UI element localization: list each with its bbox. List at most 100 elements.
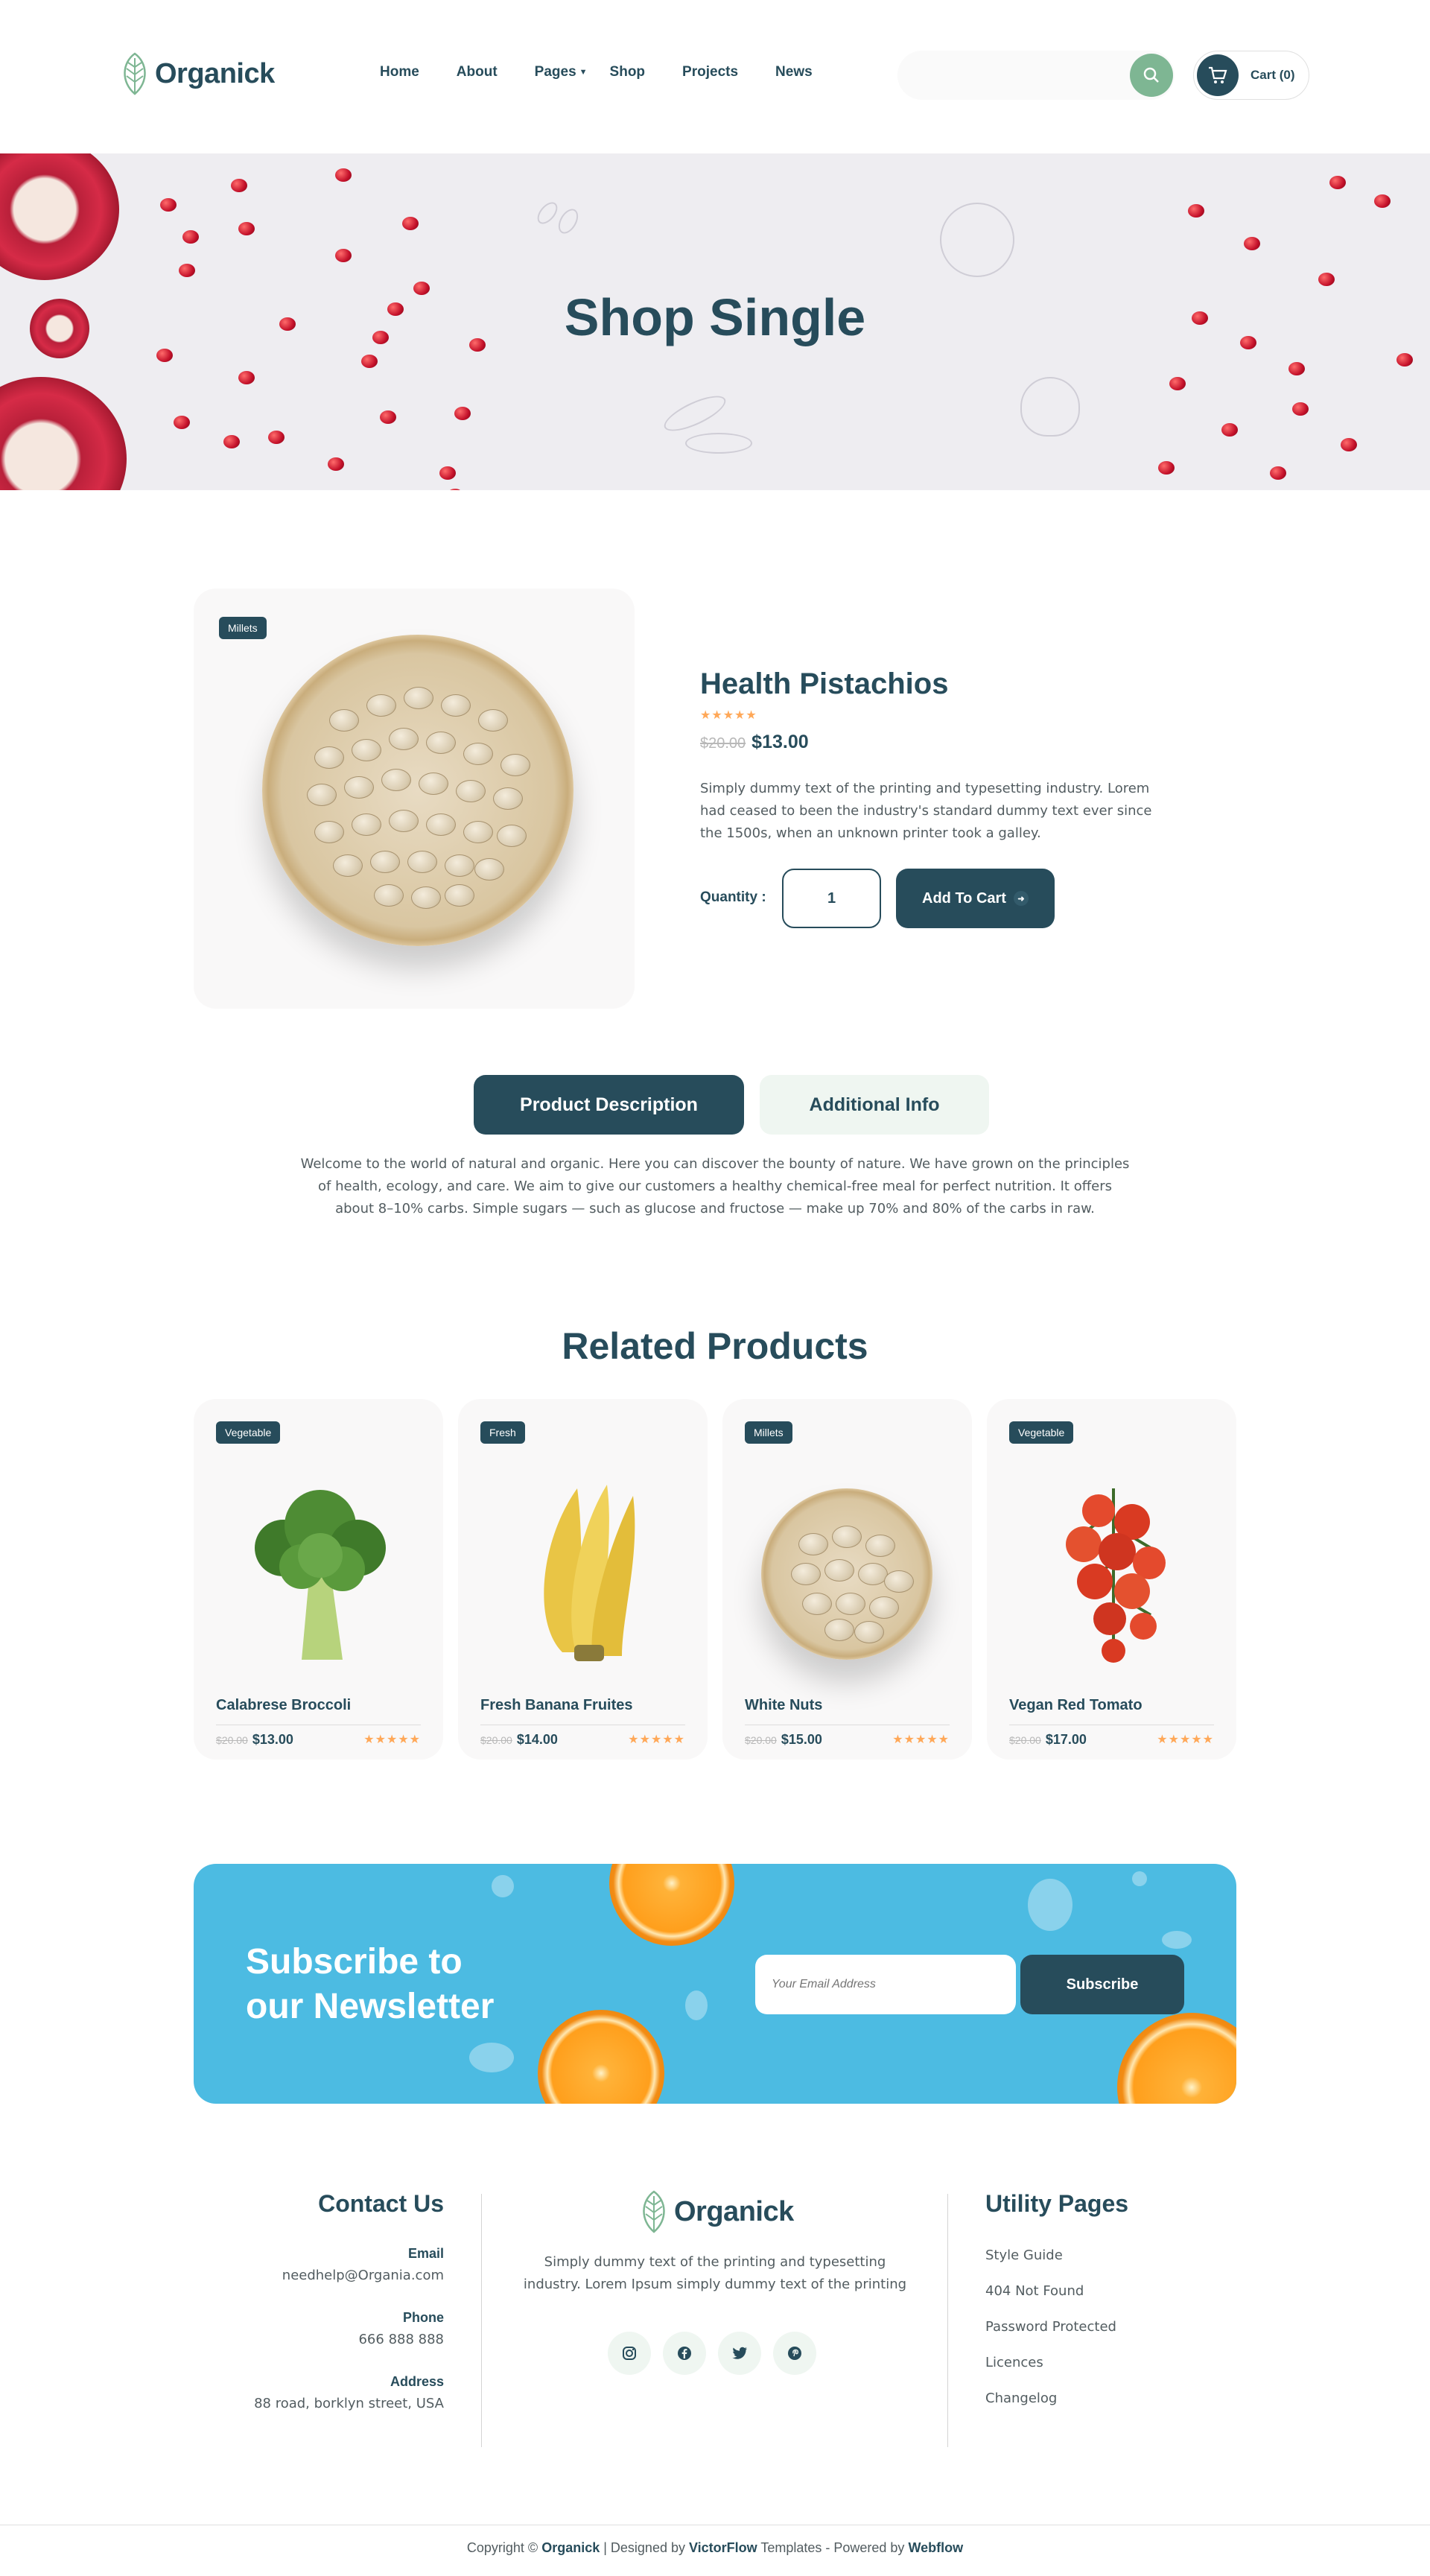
facebook-link[interactable] <box>663 2332 706 2375</box>
utility-link-changelog[interactable]: Changelog <box>985 2391 1116 2406</box>
newsletter-title-line2: our Newsletter <box>246 1987 495 2026</box>
card-price-old: $20.00 <box>1009 1734 1041 1746</box>
footer-divider <box>947 2194 948 2447</box>
contact-title: Contact Us <box>318 2190 444 2217</box>
card-rating: ★★★★★ <box>628 1733 685 1746</box>
twitter-icon <box>732 2347 747 2359</box>
card-badge: Vegetable <box>216 1421 281 1444</box>
facebook-icon <box>678 2347 691 2360</box>
product-card[interactable]: Vegetable Vegan Red Tomato $20.00 $17.00 … <box>987 1399 1236 1760</box>
copyright-designer[interactable]: VictorFlow <box>689 2540 757 2555</box>
product-title: Health Pistachios <box>700 667 949 700</box>
product-badge: Millets <box>219 617 267 639</box>
product-card[interactable]: Vegetable Calabrese Broccoli $20.00 $13.0… <box>194 1399 443 1760</box>
product-card[interactable]: Millets White Nuts $20.00 $15.00 ★★★★★ <box>722 1399 972 1760</box>
card-price-new: $13.00 <box>252 1732 293 1747</box>
copyright-mid: | Designed by <box>600 2540 689 2555</box>
nav-pages[interactable]: Pages ▼ <box>535 64 588 80</box>
copyright-prefix: Copyright © <box>466 2540 542 2555</box>
card-rating: ★★★★★ <box>892 1733 950 1746</box>
subscribe-button[interactable]: Subscribe <box>1020 1955 1184 2014</box>
footer-brand-name: Organick <box>674 2195 794 2227</box>
search-bar[interactable] <box>897 51 1175 100</box>
cart-label: Cart (0) <box>1251 68 1295 82</box>
quantity-input[interactable] <box>782 869 881 928</box>
product-description: Simply dummy text of the printing and ty… <box>700 781 1152 841</box>
copyright-platform[interactable]: Webflow <box>908 2540 963 2555</box>
pomegranate-image <box>0 377 127 490</box>
footer-about: Simply dummy text of the printing and ty… <box>523 2254 907 2292</box>
tab-content: Welcome to the world of natural and orga… <box>300 1156 1130 1216</box>
instagram-link[interactable] <box>608 2332 651 2375</box>
instagram-icon <box>623 2347 636 2360</box>
arrow-right-icon: ➜ <box>1013 891 1029 906</box>
pinterest-link[interactable] <box>773 2332 816 2375</box>
hero-title: Shop Single <box>564 288 866 346</box>
card-price-new: $17.00 <box>1045 1732 1087 1747</box>
product-card[interactable]: Fresh Fresh Banana Fruites $20.00 $14.00 … <box>458 1399 708 1760</box>
card-price: $20.00 $13.00 <box>216 1732 293 1748</box>
contact-details: Email needhelp@Organia.com Phone 666 888… <box>194 2246 444 2411</box>
email-value[interactable]: needhelp@Organia.com <box>194 2268 444 2283</box>
nav-news[interactable]: News <box>775 64 813 80</box>
card-price: $20.00 $14.00 <box>480 1732 558 1748</box>
nav-projects[interactable]: Projects <box>682 64 738 80</box>
social-links <box>608 2332 816 2375</box>
card-badge: Vegetable <box>1009 1421 1074 1444</box>
tab-additional-info[interactable]: Additional Info <box>760 1075 989 1135</box>
newsletter-banner: Subscribe to our Newsletter Subscribe <box>194 1864 1236 2104</box>
product-price: $13.00 <box>751 732 809 752</box>
search-button[interactable] <box>1130 54 1173 97</box>
email-input[interactable] <box>755 1955 1016 2014</box>
site-header: Organick Home About Pages ▼ Shop Projects… <box>0 0 1430 153</box>
product-price-row: $20.00 $13.00 <box>700 732 809 753</box>
product-price-old: $20.00 <box>700 735 746 752</box>
card-price-old: $20.00 <box>216 1734 248 1746</box>
address-value: 88 road, borklyn street, USA <box>254 2396 444 2411</box>
nav-home[interactable]: Home <box>380 64 419 80</box>
utility-link-404[interactable]: 404 Not Found <box>985 2283 1116 2299</box>
product-rating: ★★★★★ <box>700 709 757 722</box>
utility-links: Style Guide 404 Not Found Password Prote… <box>985 2247 1116 2426</box>
nav-about[interactable]: About <box>457 64 498 80</box>
tab-product-description[interactable]: Product Description <box>474 1075 744 1135</box>
chevron-down-icon: ▼ <box>579 68 588 77</box>
copyright-brand[interactable]: Organick <box>541 2540 600 2555</box>
orange-slice-image <box>538 2010 664 2104</box>
card-rating: ★★★★★ <box>1157 1733 1214 1746</box>
utility-link-licences[interactable]: Licences <box>985 2355 1116 2370</box>
cart-button[interactable]: Cart (0) <box>1193 51 1309 100</box>
add-to-cart-label: Add To Cart <box>922 889 1006 907</box>
address-label: Address <box>390 2374 444 2389</box>
cart-icon-wrap <box>1197 54 1239 96</box>
utility-link-password-protected[interactable]: Password Protected <box>985 2319 1116 2335</box>
card-name: White Nuts <box>745 1697 823 1713</box>
card-name: Fresh Banana Fruites <box>480 1697 633 1713</box>
brand-logo[interactable]: Organick <box>119 52 275 95</box>
brand-name: Organick <box>155 57 275 89</box>
leaf-logo-icon <box>124 52 146 95</box>
card-price-old: $20.00 <box>480 1734 512 1746</box>
broccoli-image <box>255 1490 386 1660</box>
card-rating: ★★★★★ <box>363 1733 421 1746</box>
cart-icon <box>1209 66 1227 83</box>
phone-value[interactable]: 666 888 888 <box>194 2332 444 2347</box>
copyright-bar: Copyright © Organick | Designed by Victo… <box>0 2525 1430 2576</box>
utility-link-style-guide[interactable]: Style Guide <box>985 2247 1116 2263</box>
newsletter-title-line1: Subscribe to <box>246 1942 463 1982</box>
card-badge: Fresh <box>480 1421 525 1444</box>
footer-brand-logo[interactable]: Organick <box>638 2190 794 2233</box>
leaf-logo-icon <box>643 2190 665 2233</box>
copyright-mid2: Templates - Powered by <box>757 2540 909 2555</box>
add-to-cart-button[interactable]: Add To Cart ➜ <box>896 869 1055 928</box>
utility-title: Utility Pages <box>985 2190 1129 2217</box>
phone-label: Phone <box>402 2310 444 2325</box>
card-price-new: $15.00 <box>781 1732 822 1747</box>
nuts-bowl-image <box>761 1488 932 1660</box>
nav-shop[interactable]: Shop <box>610 64 646 80</box>
product-image-card: Millets <box>194 589 635 1009</box>
tomato-image <box>1066 1488 1166 1663</box>
card-name: Calabrese Broccoli <box>216 1697 352 1713</box>
orange-slice-image <box>609 1864 734 1946</box>
twitter-link[interactable] <box>718 2332 761 2375</box>
